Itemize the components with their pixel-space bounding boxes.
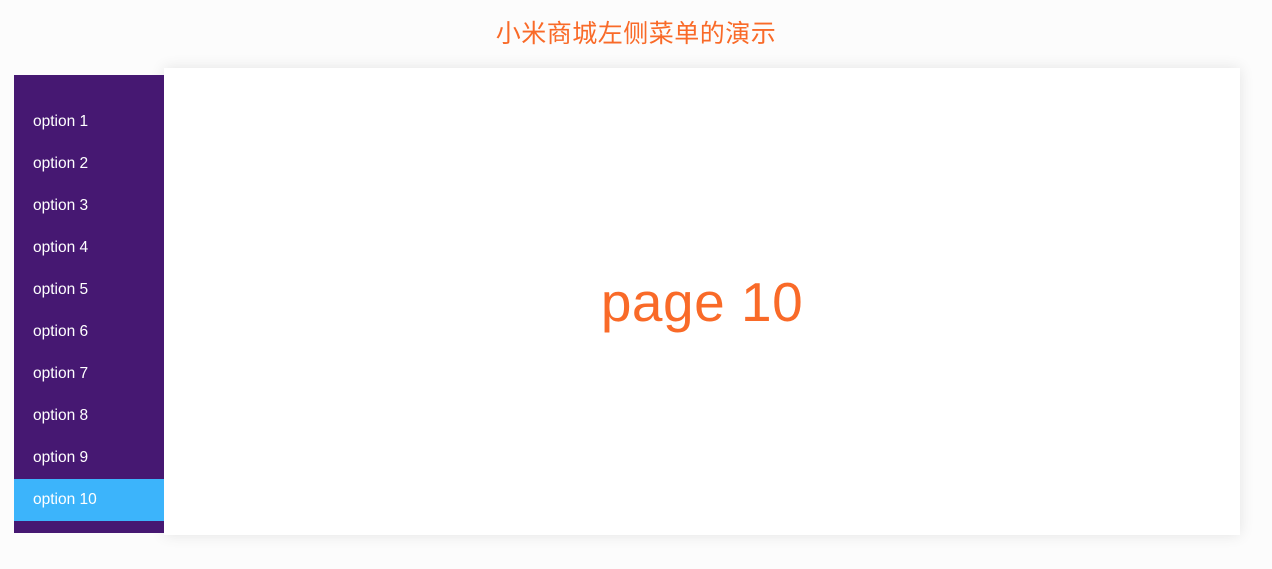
sidebar-item-option-3[interactable]: option 3 (14, 185, 164, 227)
sidebar-menu-list: option 1 option 2 option 3 option 4 opti… (14, 101, 164, 521)
page-title: 小米商城左侧菜单的演示 (495, 20, 777, 48)
sidebar-item-option-4[interactable]: option 4 (14, 227, 164, 269)
page-label: page 10 (600, 270, 804, 333)
sidebar-item-option-1[interactable]: option 1 (14, 101, 164, 143)
sidebar-item-option-2[interactable]: option 2 (14, 143, 164, 185)
sidebar-item-option-9[interactable]: option 9 (14, 437, 164, 479)
sidebar-item-option-8[interactable]: option 8 (14, 395, 164, 437)
sidebar-item-option-10[interactable]: option 10 (14, 479, 164, 521)
content-panel: page 10 (164, 68, 1240, 535)
stage: page 10 option 1 option 2 option 3 optio… (14, 68, 1240, 535)
sidebar-item-option-7[interactable]: option 7 (14, 353, 164, 395)
sidebar-item-option-6[interactable]: option 6 (14, 311, 164, 353)
sidebar-item-option-5[interactable]: option 5 (14, 269, 164, 311)
sidebar: option 1 option 2 option 3 option 4 opti… (14, 75, 164, 533)
